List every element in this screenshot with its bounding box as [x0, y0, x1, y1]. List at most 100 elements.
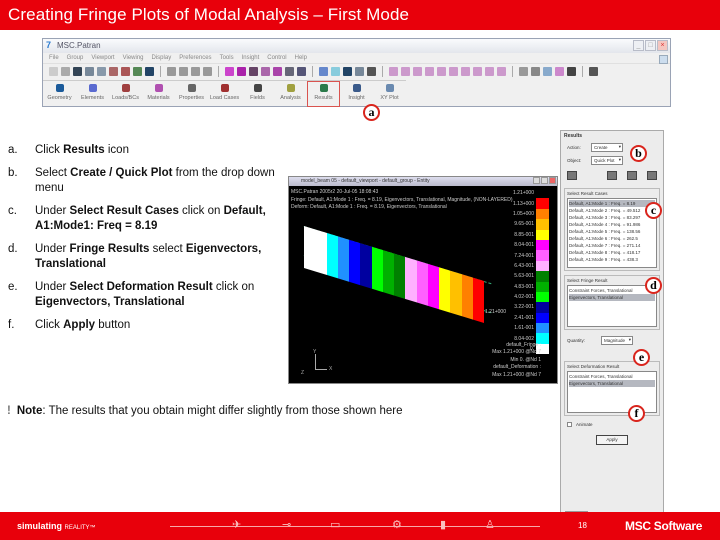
toolbar-tool-icon[interactable] [85, 67, 94, 76]
toolbar-tool-icon[interactable] [249, 67, 258, 76]
toolbar-tool-icon[interactable] [425, 67, 434, 76]
list-item[interactable]: Default, A1:Mode 8 : Freq. = 418.17 [569, 249, 655, 256]
toolbar-tool-icon[interactable] [73, 67, 82, 76]
close-button[interactable]: × [657, 40, 668, 51]
fringe-result-list[interactable]: Constraint Forces, Translational Eigenvec… [567, 285, 657, 327]
list-item[interactable]: Eigenvectors, Translational [569, 380, 655, 387]
toolbar-tool-icon[interactable] [461, 67, 470, 76]
list-item[interactable]: Default, A1:Mode 5 : Freq. = 138.56 [569, 228, 655, 235]
app-button-loads-bcs[interactable]: Loads/BCs [109, 81, 142, 107]
viewport-maximize-button[interactable] [541, 177, 548, 184]
app-button-properties[interactable]: Properties [175, 81, 208, 107]
toolbar-tool-icon[interactable] [179, 67, 188, 76]
action-select[interactable]: Create [591, 143, 623, 152]
result-cases-list[interactable]: Default, A1:Mode 1 : Freq. = 8.19 Default… [567, 198, 657, 268]
list-item[interactable]: Constraint Forces, Translational [569, 373, 655, 380]
menu-file[interactable]: File [49, 55, 59, 63]
list-item[interactable]: Default, A1:Mode 4 : Freq. = 91.986 [569, 221, 655, 228]
toolbar-tool-icon[interactable] [355, 67, 364, 76]
toolbar-tool-icon[interactable] [167, 67, 176, 76]
maximize-button[interactable]: □ [645, 40, 656, 51]
menu-display[interactable]: Display [152, 55, 172, 63]
app-button-analysis[interactable]: Analysis [274, 81, 307, 107]
viewport-close-button[interactable] [549, 177, 556, 184]
legend-entry: 3.22-001 [487, 302, 549, 313]
toolbar-tool-icon[interactable] [497, 67, 506, 76]
target-entities-icon[interactable] [607, 171, 617, 180]
toolbar-tool-icon[interactable] [97, 67, 106, 76]
list-item[interactable]: Default, A1:Mode 1 : Freq. = 8.19 [569, 200, 655, 207]
toolbar-tool-icon[interactable] [367, 67, 376, 76]
toolbar-tool-icon[interactable] [109, 67, 118, 76]
toolbar-tool-icon[interactable] [555, 67, 564, 76]
resize-icon[interactable] [659, 55, 668, 64]
toolbar-tool-icon[interactable] [437, 67, 446, 76]
toolbar-tool-icon[interactable] [49, 67, 58, 76]
toolbar-tool-icon[interactable] [273, 67, 282, 76]
list-item[interactable]: Default, A1:Mode 2 : Freq. = 49.512 [569, 207, 655, 214]
object-select[interactable]: Quick Plot [591, 156, 623, 165]
list-item[interactable]: Default, A1:Mode 3 : Freq. = 83.297 [569, 214, 655, 221]
toolbar-tool-icon[interactable] [531, 67, 540, 76]
toolbar-tool-icon[interactable] [191, 67, 200, 76]
step-label: d. [8, 243, 18, 255]
toolbar-tool-icon[interactable] [589, 67, 598, 76]
toolbar-tool-icon[interactable] [61, 67, 70, 76]
menu-control[interactable]: Control [267, 55, 286, 63]
quantity-select[interactable]: Magnitude [601, 336, 633, 345]
list-item[interactable]: Default, A1:Mode 6 : Freq. = 262.5 [569, 235, 655, 242]
toolbar-tool-icon[interactable] [473, 67, 482, 76]
toolbar-tool-icon[interactable] [543, 67, 552, 76]
toolbar-tool-icon[interactable] [519, 67, 528, 76]
app-button-xy-plot[interactable]: XY Plot [373, 81, 406, 107]
toolbar-tool-icon[interactable] [413, 67, 422, 76]
app-button-insight[interactable]: Insight [340, 81, 373, 107]
app-button-elements[interactable]: Elements [76, 81, 109, 107]
app-button-fields[interactable]: Fields [241, 81, 274, 107]
toolbar-tool-icon[interactable] [389, 67, 398, 76]
toolbar-tool-icon[interactable] [261, 67, 270, 76]
list-item[interactable]: Eigenvectors, Translational [569, 294, 655, 301]
toolbar-tool-icon[interactable] [449, 67, 458, 76]
list-item[interactable]: Default, A1:Mode 7 : Freq. = 271.14 [569, 242, 655, 249]
graphics-viewport[interactable]: model_beam 05 - default_viewport - defau… [288, 176, 558, 384]
airplane-icon: ✈ [232, 519, 242, 531]
toolbar-tool-icon[interactable] [225, 67, 234, 76]
toolbar-tool-icon[interactable] [145, 67, 154, 76]
toolbar-tool-icon[interactable] [567, 67, 576, 76]
app-button-load-cases[interactable]: Load Cases [208, 81, 241, 107]
list-item[interactable]: Default, A1:Mode 9 : Freq. = 438.3 [569, 256, 655, 263]
minimize-button[interactable]: _ [633, 40, 644, 51]
app-button-geometry[interactable]: Geometry [43, 81, 76, 107]
step-c: c. Under Select Result Cases click on Def… [8, 204, 298, 234]
apply-button[interactable]: Apply [596, 435, 628, 445]
display-attributes-icon[interactable] [627, 171, 637, 180]
toolbar-tool-icon[interactable] [237, 67, 246, 76]
viewport-minimize-button[interactable] [533, 177, 540, 184]
app-button-results[interactable]: Results [307, 81, 340, 107]
toolbar-tool-icon[interactable] [401, 67, 410, 76]
menu-tools[interactable]: Tools [220, 55, 234, 63]
quantity-label: Quantity: [567, 338, 586, 343]
toolbar-tool-icon[interactable] [343, 67, 352, 76]
menu-insight[interactable]: Insight [242, 55, 260, 63]
toolbar-tool-icon[interactable] [203, 67, 212, 76]
app-button-materials[interactable]: Materials [142, 81, 175, 107]
toolbar-tool-icon[interactable] [133, 67, 142, 76]
toolbar-tool-icon[interactable] [485, 67, 494, 76]
toolbar-tool-icon[interactable] [297, 67, 306, 76]
menu-help[interactable]: Help [295, 55, 307, 63]
menu-preferences[interactable]: Preferences [179, 55, 211, 63]
deformation-result-list[interactable]: Constraint Forces, Translational Eigenvec… [567, 371, 657, 413]
toolbar-tool-icon[interactable] [319, 67, 328, 76]
toolbar-tool-icon[interactable] [285, 67, 294, 76]
list-item[interactable]: Constraint Forces, Translational [569, 287, 655, 294]
toolbar-tool-icon[interactable] [121, 67, 130, 76]
toolbar-tool-icon[interactable] [331, 67, 340, 76]
animate-checkbox[interactable] [567, 422, 572, 427]
plot-options-icon[interactable] [647, 171, 657, 180]
menu-viewing[interactable]: Viewing [123, 55, 144, 63]
menu-group[interactable]: Group [67, 55, 84, 63]
menu-viewport[interactable]: Viewport [91, 55, 114, 63]
select-results-icon[interactable] [567, 171, 577, 180]
